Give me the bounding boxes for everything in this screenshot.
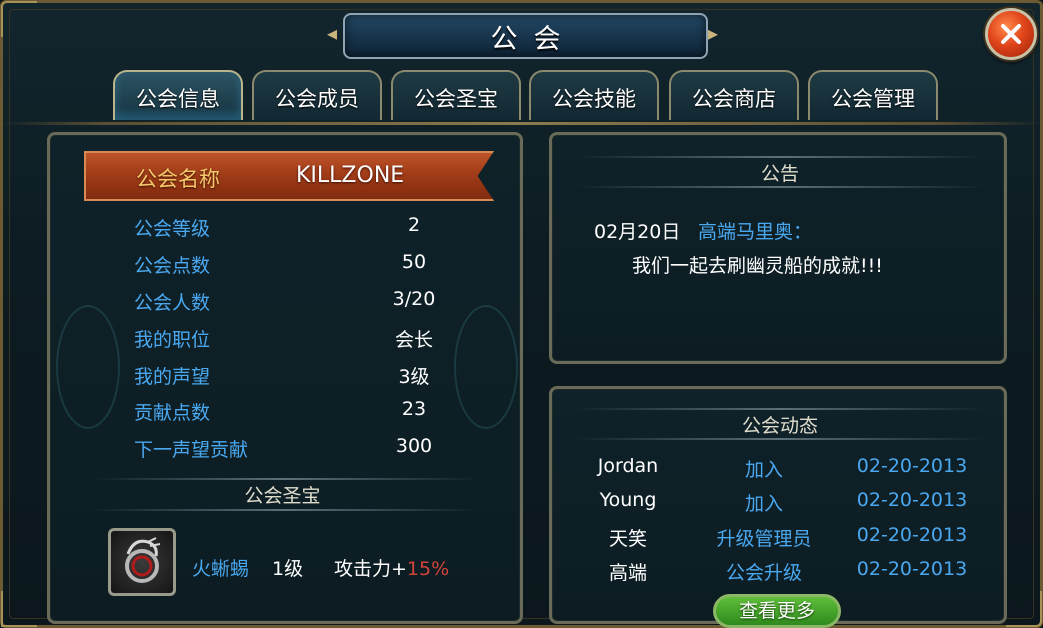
stat-label: 我的职位 bbox=[134, 329, 211, 351]
notice-author[interactable]: 高端马里奥： bbox=[698, 217, 812, 244]
news-date: 02-20-2013 bbox=[856, 558, 968, 580]
tab-guild-manage[interactable]: 公会管理 bbox=[808, 70, 938, 120]
stat-value: 23 bbox=[401, 398, 427, 420]
treasure-attr-value: 15% bbox=[406, 558, 450, 580]
news-date: 02-20-2013 bbox=[856, 524, 968, 546]
news-user: Young bbox=[599, 489, 657, 511]
treasure-attr-label: 攻击力+ bbox=[334, 558, 407, 580]
tab-guild-info[interactable]: 公会信息 bbox=[113, 70, 243, 120]
stat-row: 公会点数 50 bbox=[134, 251, 474, 279]
news-title: 公会动态 bbox=[741, 415, 818, 437]
view-more-button[interactable]: 查看更多 bbox=[713, 594, 841, 628]
news-action: 公会升级 bbox=[725, 562, 802, 584]
corner-ornament bbox=[1, 1, 37, 37]
tab-guild-members[interactable]: 公会成员 bbox=[252, 70, 382, 120]
treasure-slot[interactable] bbox=[108, 528, 176, 596]
news-date: 02-20-2013 bbox=[856, 455, 968, 477]
stat-label: 公会点数 bbox=[134, 255, 211, 277]
stat-row: 公会人数 3/20 bbox=[134, 288, 474, 316]
window-title: 公会 bbox=[490, 23, 577, 55]
close-button[interactable] bbox=[985, 8, 1037, 60]
stat-value: 3/20 bbox=[392, 288, 436, 310]
section-divider bbox=[575, 186, 985, 188]
title-right-arrow-icon: ▸ bbox=[708, 21, 719, 45]
news-action: 加入 bbox=[744, 493, 783, 515]
section-divider bbox=[90, 509, 480, 511]
corner-ornament bbox=[1006, 591, 1042, 627]
stat-row: 我的职位 会长 bbox=[134, 325, 474, 353]
section-divider bbox=[575, 438, 985, 440]
stat-label: 贡献点数 bbox=[134, 402, 211, 424]
stat-row: 公会等级 2 bbox=[134, 214, 474, 242]
section-divider bbox=[575, 408, 985, 410]
section-divider bbox=[90, 478, 480, 480]
stat-value: 50 bbox=[401, 251, 427, 273]
treasure-section-title: 公会圣宝 bbox=[244, 485, 321, 507]
news-user: 天笑 bbox=[608, 528, 647, 550]
tab-guild-skills[interactable]: 公会技能 bbox=[529, 70, 659, 120]
stat-value: 3级 bbox=[398, 366, 430, 388]
close-icon bbox=[1001, 24, 1021, 44]
guild-name-label: 公会名称 bbox=[136, 167, 220, 191]
news-action: 加入 bbox=[744, 459, 783, 481]
tab-divider bbox=[0, 122, 1043, 125]
stat-value: 2 bbox=[407, 214, 421, 236]
stat-row: 我的声望 3级 bbox=[134, 362, 474, 390]
dragon-icon bbox=[125, 537, 161, 583]
stat-label: 公会人数 bbox=[134, 292, 211, 314]
news-date: 02-20-2013 bbox=[856, 489, 968, 511]
title-left-arrow-icon: ◂ bbox=[327, 21, 338, 45]
treasure-attribute: 攻击力+15% bbox=[334, 554, 449, 581]
ornament-decoration bbox=[56, 305, 120, 429]
news-action: 升级管理员 bbox=[716, 528, 812, 550]
notice-body: 我们一起去刷幽灵船的成就!!! bbox=[632, 255, 883, 277]
section-divider bbox=[575, 156, 985, 158]
news-user: Jordan bbox=[597, 455, 659, 477]
notice-title: 公告 bbox=[760, 163, 799, 185]
title-plate: 公会 bbox=[343, 13, 708, 59]
guild-name-value: KILLZONE bbox=[296, 163, 405, 188]
corner-ornament bbox=[1, 591, 37, 627]
stat-row: 贡献点数 23 bbox=[134, 398, 474, 426]
stat-value: 300 bbox=[395, 435, 433, 457]
news-user: 高端 bbox=[608, 562, 647, 584]
notice-date: 02月20日 bbox=[594, 221, 681, 243]
stat-value: 会长 bbox=[394, 329, 433, 351]
stat-label: 公会等级 bbox=[134, 218, 211, 240]
tab-guild-treasure[interactable]: 公会圣宝 bbox=[391, 70, 521, 120]
stat-row: 下一声望贡献 300 bbox=[134, 435, 474, 463]
stat-label: 下一声望贡献 bbox=[134, 439, 249, 461]
treasure-name: 火蜥蜴 bbox=[192, 558, 250, 580]
treasure-level: 1级 bbox=[272, 558, 304, 580]
tab-guild-shop[interactable]: 公会商店 bbox=[669, 70, 799, 120]
stat-label: 我的声望 bbox=[134, 366, 211, 388]
